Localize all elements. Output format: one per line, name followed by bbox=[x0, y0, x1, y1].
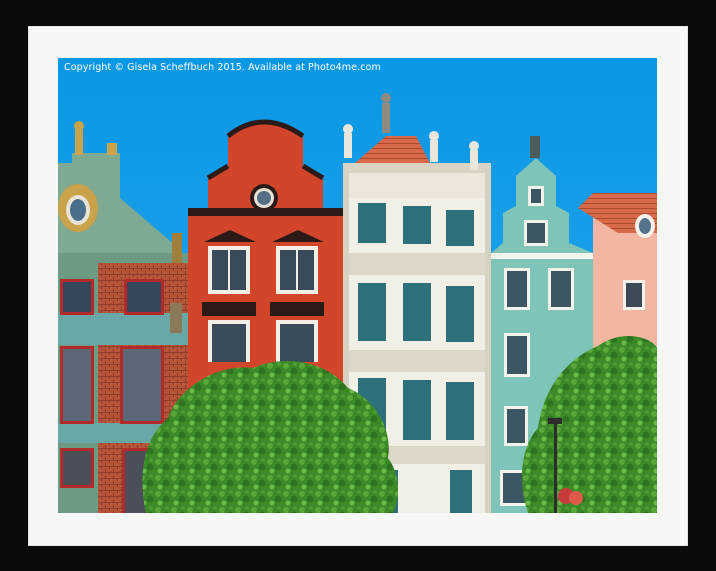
framed-photo: Copyright © Gisela Scheffbuch 2015. Avai… bbox=[58, 58, 657, 513]
photo-artwork: Copyright © Gisela Scheffbuch 2015. Avai… bbox=[58, 58, 657, 513]
copyright-watermark: Copyright © Gisela Scheffbuch 2015. Avai… bbox=[64, 62, 381, 73]
